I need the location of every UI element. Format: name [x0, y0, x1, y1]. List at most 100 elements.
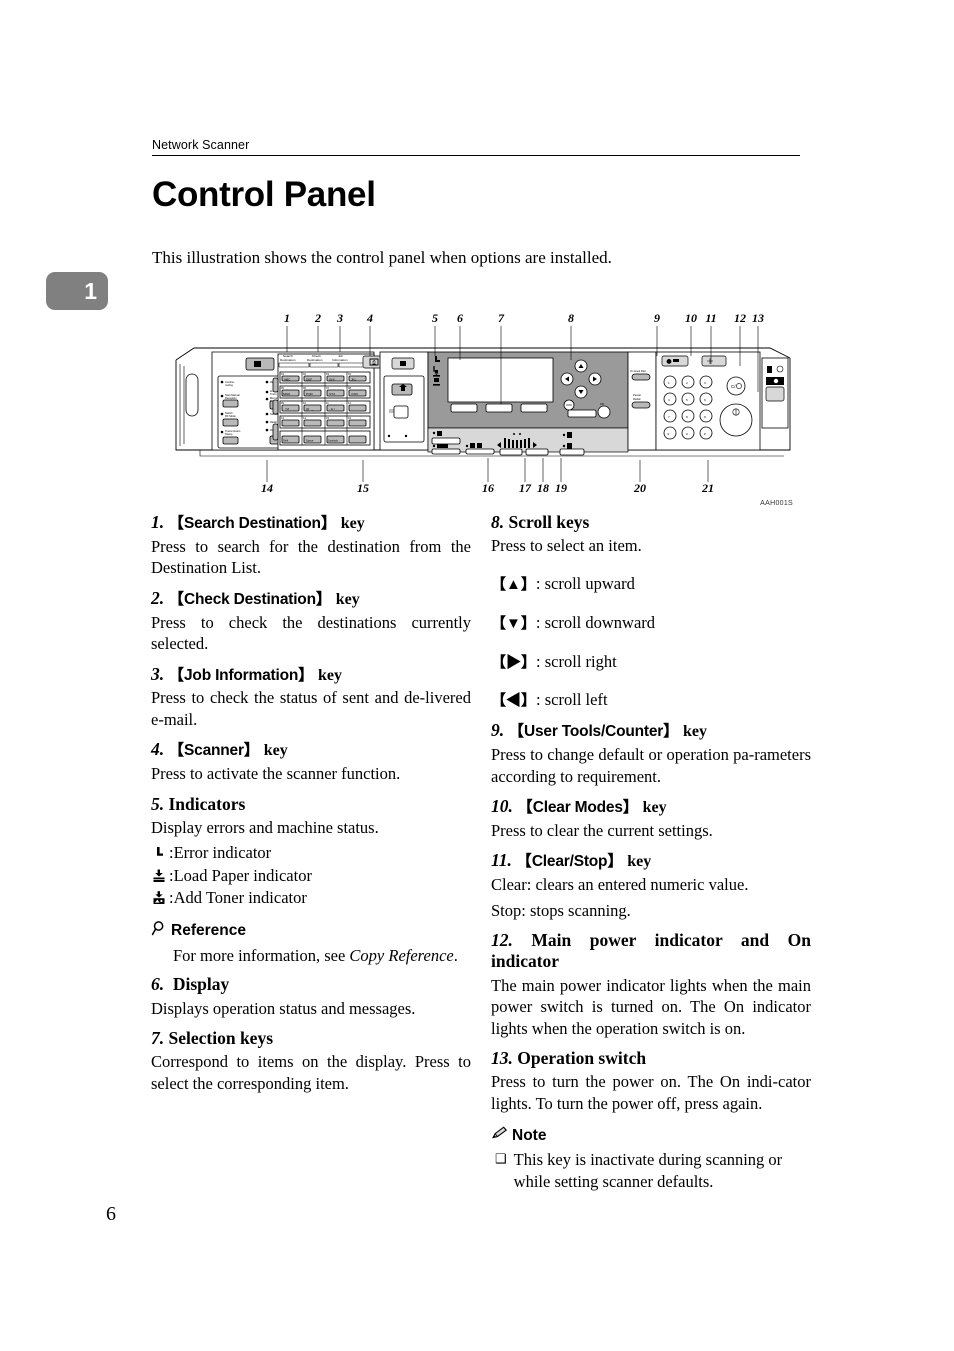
bracket-open: 【: [516, 853, 532, 871]
svg-text:Shift: Shift: [283, 439, 288, 443]
svg-text:4: 4: [366, 311, 373, 325]
reference-heading-text: Reference: [171, 921, 246, 939]
svg-text:VWX: VWX: [351, 392, 358, 396]
svg-text:Trans.: Trans.: [270, 392, 278, 396]
svg-text:16: 16: [482, 481, 494, 495]
intro-paragraph: This illustration shows the control pane…: [152, 248, 612, 267]
indicator-row-add-toner: :Add Toner indicator: [151, 887, 471, 908]
item-5-number: 5.: [151, 793, 165, 814]
note-text: This key is inactivate during scanning o…: [513, 1150, 783, 1191]
item-5-body: Display errors and machine status.: [151, 818, 379, 838]
svg-text:JKL: JKL: [351, 378, 357, 382]
svg-text:Redial: Redial: [633, 397, 641, 401]
svg-text:ABC: ABC: [284, 378, 291, 382]
svg-text:19: 19: [555, 481, 567, 495]
svg-text:10: 10: [685, 311, 697, 325]
item-10-key-suffix: key: [642, 799, 667, 816]
svg-text:DEF: DEF: [306, 378, 312, 382]
svg-text:4: 4: [668, 398, 670, 402]
display-panel: OK: [427, 351, 629, 456]
control-panel-figure: .ln{fill:none;stroke:#000;stroke-width:.…: [170, 300, 795, 507]
item-8-number: 8.: [491, 512, 505, 532]
svg-text:MNO: MNO: [283, 392, 291, 396]
item-4-body: Press to activate the scanner function.: [151, 764, 401, 784]
svg-text:5: 5: [686, 398, 688, 402]
svg-text:3: 3: [336, 311, 343, 325]
item-5: 5. Indicators Display errors and machine…: [151, 794, 471, 909]
item-8-title: Scroll keys: [508, 512, 590, 532]
item-6-number: 6.: [151, 974, 165, 995]
power-switch-area: [761, 357, 789, 429]
item-7-number: 7.: [151, 1028, 165, 1048]
svg-text:@ . _: @ . _: [306, 407, 314, 411]
bracket-close: 】: [315, 590, 332, 608]
reference-text-after: .: [453, 945, 458, 965]
svg-text:3: 3: [704, 381, 706, 385]
bracket-open: 【: [491, 614, 507, 632]
bracket-open: 【: [491, 653, 507, 671]
svg-text:5: 5: [432, 311, 438, 325]
item-5-heading: 5. Indicators: [151, 794, 471, 815]
onhook-pause-column: On Hook Dial Pause/ Redial: [627, 351, 657, 451]
bracket-close: 】: [520, 614, 536, 632]
svg-text:Destination: Destination: [280, 358, 296, 362]
indicator-error-label: :Error indicator: [169, 843, 272, 863]
item-9: 9. 【User Tools/Counter】 key Press to cha…: [491, 720, 811, 787]
page-title: Control Panel: [152, 175, 376, 214]
item-2-heading: 2. 【Check Destination】 key: [151, 588, 471, 610]
bracket-close: 】: [298, 666, 314, 684]
arrow-left-icon: ◀: [506, 692, 522, 710]
svg-text:7: 7: [668, 415, 670, 419]
note-list-item: ❑ This key is inactivate during scanning…: [495, 1149, 811, 1192]
svg-text:Space: Space: [306, 439, 314, 443]
header-rule: [152, 155, 800, 156]
bracket-open: 【: [508, 723, 525, 741]
item-10-number: 10.: [491, 796, 513, 816]
item-8-heading: 8. Scroll keys: [491, 512, 811, 533]
item-8-body: Press to select an item.: [491, 536, 642, 556]
item-1-number: 1.: [151, 512, 165, 532]
item-12-title: Main power indicator and On indicator: [491, 930, 812, 972]
item-1-heading: 1. 【Search Destination】 key: [151, 512, 471, 534]
item-12: 12. Main power indicator and On indicato…: [491, 930, 811, 1039]
item-11-heading: 11. 【Clear/Stop】 key: [491, 850, 811, 872]
item-3-body: Press to check the status of sent and de…: [151, 688, 471, 729]
svg-text:18: 18: [537, 481, 549, 495]
bracket-close: 】: [520, 576, 536, 594]
numeric-keypad-area: 1 2 3 4 5 6 7 8 9 ∗ 0 # C/: [655, 351, 761, 451]
svg-text:Detail: Detail: [270, 420, 277, 424]
scroll-key-down: 【▼】: scroll downward: [491, 612, 811, 634]
scroll-key-up-label: : scroll upward: [535, 574, 635, 594]
item-1-body: Press to search for the destination from…: [151, 536, 471, 578]
indicator-row-error: :Error indicator: [151, 842, 471, 863]
svg-text:- & /: - & /: [329, 407, 335, 411]
svg-text:Reception: Reception: [225, 396, 237, 400]
item-11-key: Clear/Stop: [531, 853, 608, 871]
item-3-heading: 3. 【Job Information】 key: [151, 664, 471, 686]
svg-text:11: 11: [705, 311, 716, 325]
svg-text:∗: ∗: [667, 432, 670, 436]
svg-text:GHI: GHI: [329, 378, 335, 382]
item-6-body: Displays operation status and messages.: [151, 998, 416, 1018]
svg-text:#: #: [704, 432, 706, 436]
arrow-right-icon: ▶: [506, 653, 522, 671]
svg-text:Information: Information: [332, 358, 348, 362]
top-callouts: 1 2 3 4 5 6 7 8 9 10 11 12 13: [284, 311, 764, 352]
item-9-number: 9.: [491, 720, 505, 741]
svg-text:RX Mode: RX Mode: [225, 414, 236, 418]
svg-text:Destination: Destination: [307, 358, 323, 362]
svg-text:12: 12: [734, 311, 746, 325]
item-4-key: Scanner: [184, 742, 244, 760]
svg-text:9: 9: [654, 311, 660, 325]
bracket-close: 】: [607, 853, 623, 871]
item-13-body: Press to turn the power on. The On indi-…: [491, 1072, 811, 1113]
arrow-up-icon: ▲: [506, 576, 521, 594]
item-3-number: 3.: [151, 663, 165, 684]
running-head-text: Network Scanner: [152, 138, 250, 152]
figure-code: AAH001S: [760, 500, 793, 507]
scroll-key-left-label: : scroll left: [536, 690, 608, 710]
item-3: 3. 【Job Information】 key Press to check …: [151, 664, 471, 731]
svg-text:17: 17: [519, 481, 532, 495]
item-12-heading: 12. Main power indicator and On indicato…: [491, 930, 811, 973]
svg-text:8: 8: [686, 415, 688, 419]
